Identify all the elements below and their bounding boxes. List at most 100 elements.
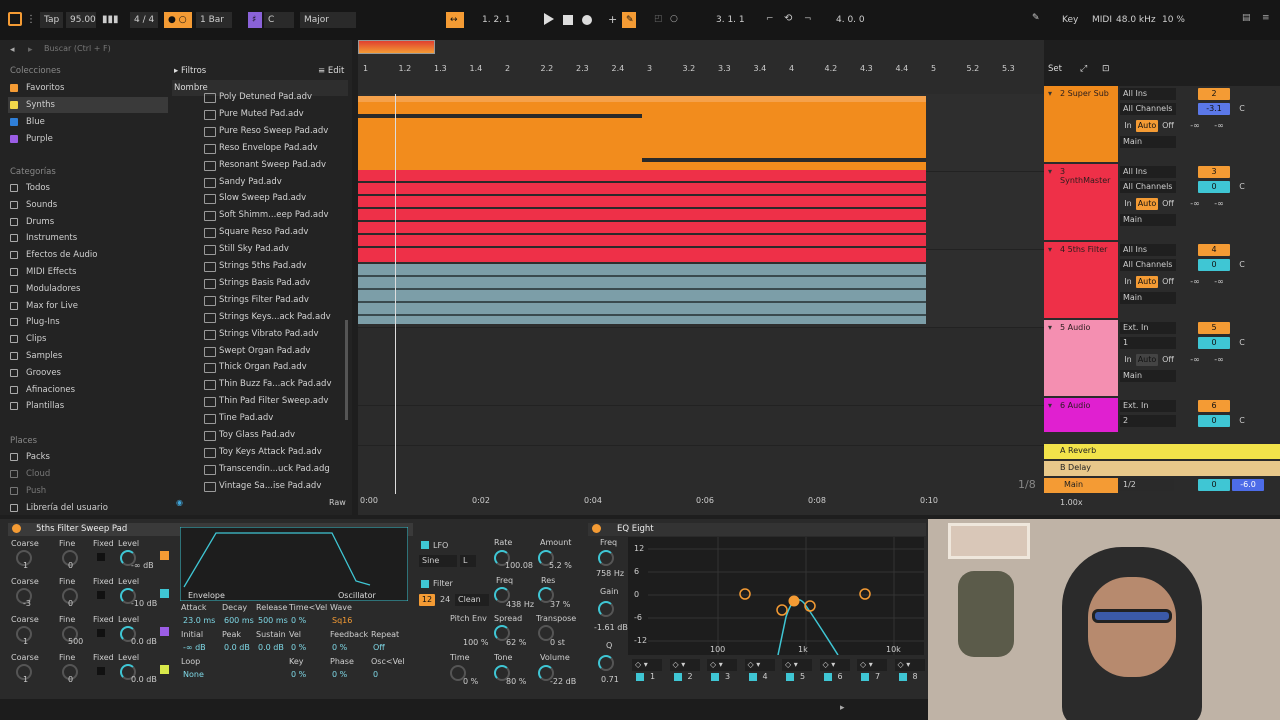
coarse-value[interactable]: 1 (23, 561, 28, 570)
envelope-display[interactable] (180, 527, 408, 601)
decay-value[interactable]: 600 ms (224, 616, 254, 625)
category-item[interactable]: Grooves (8, 365, 168, 381)
midi-clip[interactable] (642, 96, 926, 172)
fine-value[interactable]: 500 (68, 637, 83, 646)
draw-mode-icon[interactable]: ✎ (622, 12, 636, 28)
eq-band-type-select[interactable]: ◇ ▾ (782, 659, 812, 671)
punch-in-icon[interactable]: ⌐ (766, 14, 774, 24)
monitor-auto[interactable]: Auto (1136, 198, 1158, 210)
place-cloud[interactable]: Cloud (8, 466, 168, 482)
lfo-lr-select[interactable]: L (460, 555, 476, 567)
send-a[interactable]: -∞ (1184, 120, 1206, 132)
output-select[interactable]: Main (1120, 292, 1176, 304)
category-item[interactable]: Moduladores (8, 281, 168, 297)
eq-band-type-select[interactable]: ◇ ▾ (744, 659, 775, 671)
fine-value[interactable]: 0 (68, 675, 73, 684)
key-select[interactable]: C (264, 12, 294, 28)
fine-value[interactable]: 0 (68, 561, 73, 570)
output-select[interactable]: Main (1120, 214, 1176, 226)
initial-value[interactable]: -∞ dB (183, 643, 206, 652)
file-item[interactable]: Resonant Sweep Pad.adv (204, 157, 344, 173)
eq-band-toggle[interactable] (823, 673, 832, 681)
place-packs[interactable]: Packs (8, 449, 168, 465)
scale-toggle-icon[interactable]: ♯ (248, 12, 262, 28)
category-item[interactable]: Samples (8, 348, 168, 364)
file-item[interactable]: Still Sky Pad.adv (204, 241, 344, 257)
file-item[interactable]: Square Reso Pad.adv (204, 224, 344, 240)
release-value[interactable]: 500 ms (258, 616, 288, 625)
track-volume[interactable]: 0 (1198, 337, 1230, 349)
input-type-select[interactable]: Ext. In (1120, 400, 1176, 412)
track-volume[interactable]: 0 (1198, 415, 1230, 427)
eq-band-type-select[interactable]: ◇ ▾ (632, 659, 662, 671)
send-a[interactable]: -∞ (1184, 354, 1206, 366)
volume-value[interactable]: -22 dB (550, 677, 576, 686)
file-item[interactable]: Strings Basis Pad.adv (204, 275, 344, 291)
loop-icon[interactable]: ⟲ (784, 13, 792, 24)
eq-band-toggle[interactable] (861, 673, 869, 681)
track-lane[interactable] (358, 328, 1044, 406)
amount-value[interactable]: 5.2 % (549, 561, 572, 570)
level-value[interactable]: -∞ dB (131, 561, 154, 570)
eq-band-type-select[interactable]: ◇ ▾ (857, 659, 887, 671)
track-header[interactable]: 2 Super Sub (1044, 86, 1118, 162)
eq-power-icon[interactable] (592, 524, 601, 533)
collection-favoritos[interactable]: Favoritos (8, 80, 168, 96)
category-item[interactable]: Plantillas (8, 398, 168, 414)
metronome-icon[interactable]: ▮▮▮ (102, 14, 119, 25)
track-number[interactable]: 6 (1198, 400, 1230, 412)
input-channel-select[interactable]: All Channels (1120, 259, 1176, 271)
file-item[interactable]: Thick Organ Pad.adv (204, 359, 344, 375)
audio-clip[interactable] (358, 264, 642, 324)
track-header[interactable]: 5 Audio (1044, 320, 1118, 396)
power-icon[interactable] (12, 524, 21, 533)
level-value[interactable]: -10 dB (131, 599, 157, 608)
category-item[interactable]: Drums (8, 214, 168, 230)
track-lane[interactable] (358, 406, 1044, 446)
track-pan[interactable]: C (1232, 337, 1252, 349)
file-item[interactable]: Strings 5ths Pad.adv (204, 258, 344, 274)
set-button[interactable]: Set (1048, 64, 1062, 74)
eq-band-toggle[interactable] (711, 673, 719, 681)
main-volume[interactable]: 0 (1198, 479, 1230, 491)
tap-button[interactable]: Tap (40, 12, 64, 28)
monitor-off[interactable]: Off (1160, 120, 1176, 132)
send-b[interactable]: -∞ (1208, 276, 1230, 288)
pitchenv-value[interactable]: 100 % (463, 638, 488, 647)
coarse-value[interactable]: -3 (23, 599, 31, 608)
coarse-value[interactable]: 1 (23, 675, 28, 684)
scroll-icon[interactable]: ▸ (840, 703, 845, 713)
sustain-value[interactable]: 0.0 dB (258, 643, 284, 652)
oscillator-tab[interactable]: Oscillator (338, 591, 376, 600)
track-pan[interactable]: C (1232, 181, 1252, 193)
follow-button[interactable]: ↔ (446, 12, 464, 28)
monitor-auto[interactable]: Auto (1136, 120, 1158, 132)
back-icon[interactable]: ◂ (10, 45, 15, 55)
file-item[interactable]: Toy Keys Attack Pad.adv (204, 444, 344, 460)
menu-icon[interactable]: ⋮ (26, 14, 36, 25)
attack-value[interactable]: 23.0 ms (183, 616, 215, 625)
key-map-button[interactable]: Key (1058, 12, 1082, 28)
key-value[interactable]: 0 % (291, 670, 306, 679)
eq-q-value[interactable]: 0.71 (601, 675, 619, 684)
expand-icon[interactable]: ⤢ (1080, 64, 1087, 74)
grid-setting[interactable]: 1/8 (1018, 478, 1036, 491)
loop-start-field[interactable]: 3. 1. 1 (712, 12, 760, 28)
level-value[interactable]: 0.0 dB (131, 675, 157, 684)
edit-button[interactable]: ≡ Edit (318, 66, 344, 76)
fixed-toggle[interactable] (97, 629, 105, 637)
file-item[interactable]: Pure Reso Sweep Pad.adv (204, 123, 344, 139)
fine-value[interactable]: 0 (68, 599, 73, 608)
track-pan[interactable]: C (1232, 259, 1252, 271)
category-item[interactable]: Instruments (8, 230, 168, 246)
session-record-icon[interactable]: ○ (670, 14, 678, 24)
rate-value[interactable]: 100.08 (505, 561, 533, 570)
category-item[interactable]: Clips (8, 331, 168, 347)
eq-band-toggle[interactable] (636, 673, 644, 681)
capture-icon[interactable]: ◰ (654, 14, 663, 24)
input-type-select[interactable]: All Ins (1120, 244, 1176, 256)
monitor-in[interactable]: In (1122, 198, 1134, 210)
track-pan[interactable]: C (1232, 103, 1252, 115)
filter-slope[interactable]: 24 (440, 595, 450, 604)
envelope-tab[interactable]: Envelope (188, 591, 225, 600)
